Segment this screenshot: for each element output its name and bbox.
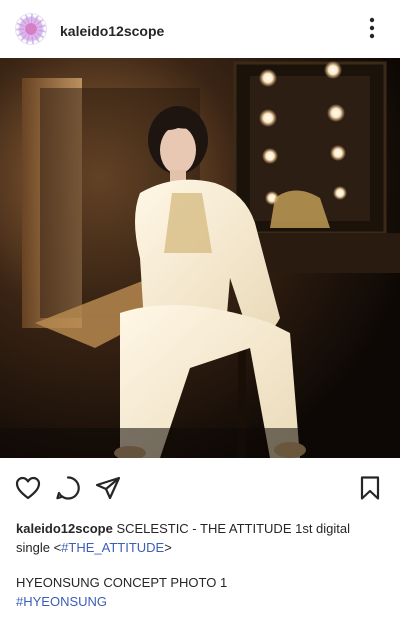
caption-body-line: HYEONSUNG CONCEPT PHOTO 1 bbox=[16, 575, 228, 590]
bookmark-icon[interactable] bbox=[356, 474, 384, 502]
post-action-bar bbox=[0, 470, 400, 506]
caption-body: HYEONSUNG CONCEPT PHOTO 1 #HYEONSUNG bbox=[16, 573, 384, 611]
more-vertical-icon[interactable] bbox=[358, 14, 386, 42]
avatar[interactable] bbox=[16, 14, 46, 44]
caption-username[interactable]: kaleido12scope bbox=[16, 521, 113, 536]
caption-hashtag-link[interactable]: #THE_ATTITUDE bbox=[61, 540, 164, 555]
post-username[interactable]: kaleido12scope bbox=[60, 22, 164, 40]
post-caption: kaleido12scope SCELESTIC - THE ATTITUDE … bbox=[16, 519, 384, 557]
post-photo[interactable] bbox=[0, 58, 400, 458]
concept-photo-image bbox=[0, 58, 400, 458]
comment-icon[interactable] bbox=[54, 474, 82, 502]
avatar-center bbox=[25, 23, 37, 35]
hashtag-link[interactable]: #HYEONSUNG bbox=[16, 592, 384, 611]
caption-close: > bbox=[164, 540, 172, 555]
post-header: kaleido12scope bbox=[0, 0, 400, 58]
send-icon[interactable] bbox=[94, 474, 122, 502]
heart-icon[interactable] bbox=[14, 474, 42, 502]
